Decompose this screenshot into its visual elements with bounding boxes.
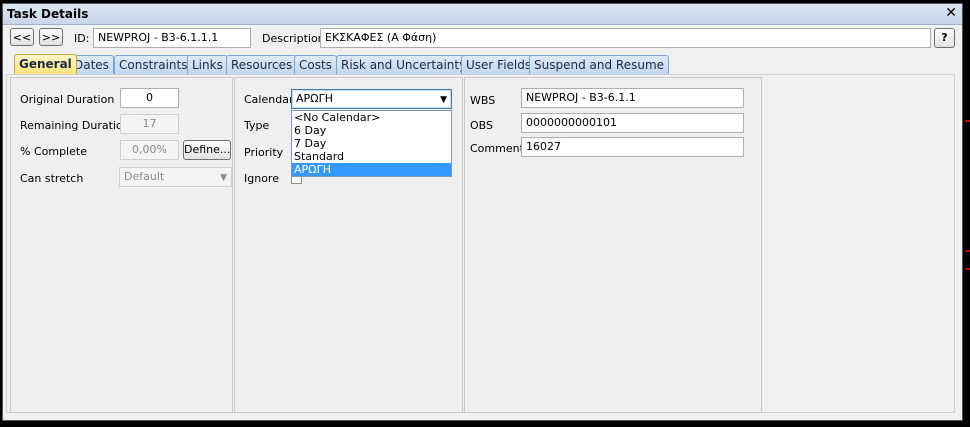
percent-complete-field: 0,00% [120,140,179,160]
tab-user-fields[interactable]: User Fields [461,55,537,74]
calendar-dropdown-list[interactable]: <No Calendar> 6 Day 7 Day Standard ΑΡΩΓΗ [291,110,452,177]
can-stretch-value: Default [124,170,165,183]
title-bar: Task Details ✕ [3,4,962,25]
chevron-down-icon: ▼ [220,173,227,183]
tab-suspend-and-resume[interactable]: Suspend and Resume [529,55,670,74]
close-icon[interactable]: ✕ [945,6,957,20]
calendar-option-selected[interactable]: ΑΡΩΓΗ [292,163,451,176]
chevron-down-icon[interactable]: ▼ [440,91,447,109]
next-task-button[interactable]: >> [39,28,63,46]
calendar-select[interactable]: ΑΡΩΓΗ ▼ [291,89,452,109]
percent-complete-label: % Complete [20,145,87,158]
window-title: Task Details [7,7,89,21]
background-marker [965,120,970,122]
priority-label: Priority [244,146,284,159]
ignore-label: Ignore [244,172,279,185]
id-field[interactable]: NEWPROJ - B3-6.1.1.1 [93,28,251,48]
can-stretch-select: Default ▼ [119,167,232,187]
calendar-value: ΑΡΩΓΗ [296,92,333,105]
type-label: Type [244,119,270,132]
tab-general[interactable]: General [14,54,77,74]
original-duration-field[interactable]: 0 [120,88,179,108]
description-field[interactable]: ΕΚΣΚΑΦΕΣ (Α Φάση) [320,28,931,48]
calendar-option[interactable]: Standard [292,150,451,163]
calendar-option[interactable]: 6 Day [292,124,451,137]
tab-costs[interactable]: Costs [294,55,337,74]
tab-risk-and-uncertainty[interactable]: Risk and Uncertainty [336,55,472,74]
obs-label: OBS [470,119,493,132]
wbs-label: WBS [470,94,496,107]
tab-resources[interactable]: Resources [226,55,298,74]
remaining-duration-field: 17 [120,114,179,134]
tab-links[interactable]: Links [187,55,228,74]
original-duration-label: Original Duration [20,93,115,106]
id-label: ID: [74,32,90,45]
obs-field[interactable]: 0000000000101 [521,113,744,133]
comment-field[interactable]: 16027 [521,137,744,157]
previous-task-button[interactable]: << [10,28,34,46]
background-marker [965,268,970,270]
define-button[interactable]: Define... [183,140,231,160]
description-label: Description: [262,32,329,45]
comment-label: Comment [470,142,524,155]
calendar-option[interactable]: <No Calendar> [292,111,451,124]
calendar-option[interactable]: 7 Day [292,137,451,150]
tab-strip: General Dates Constraints Links Resource… [6,54,956,74]
tab-constraints[interactable]: Constraints [114,55,193,74]
can-stretch-label: Can stretch [20,172,84,185]
help-button[interactable]: ? [934,28,955,48]
wbs-field[interactable]: NEWPROJ - B3-6.1.1 [521,88,744,108]
remaining-duration-label: Remaining Duration [20,119,130,132]
calendar-label: Calendar [244,93,294,106]
background-marker [965,250,970,252]
